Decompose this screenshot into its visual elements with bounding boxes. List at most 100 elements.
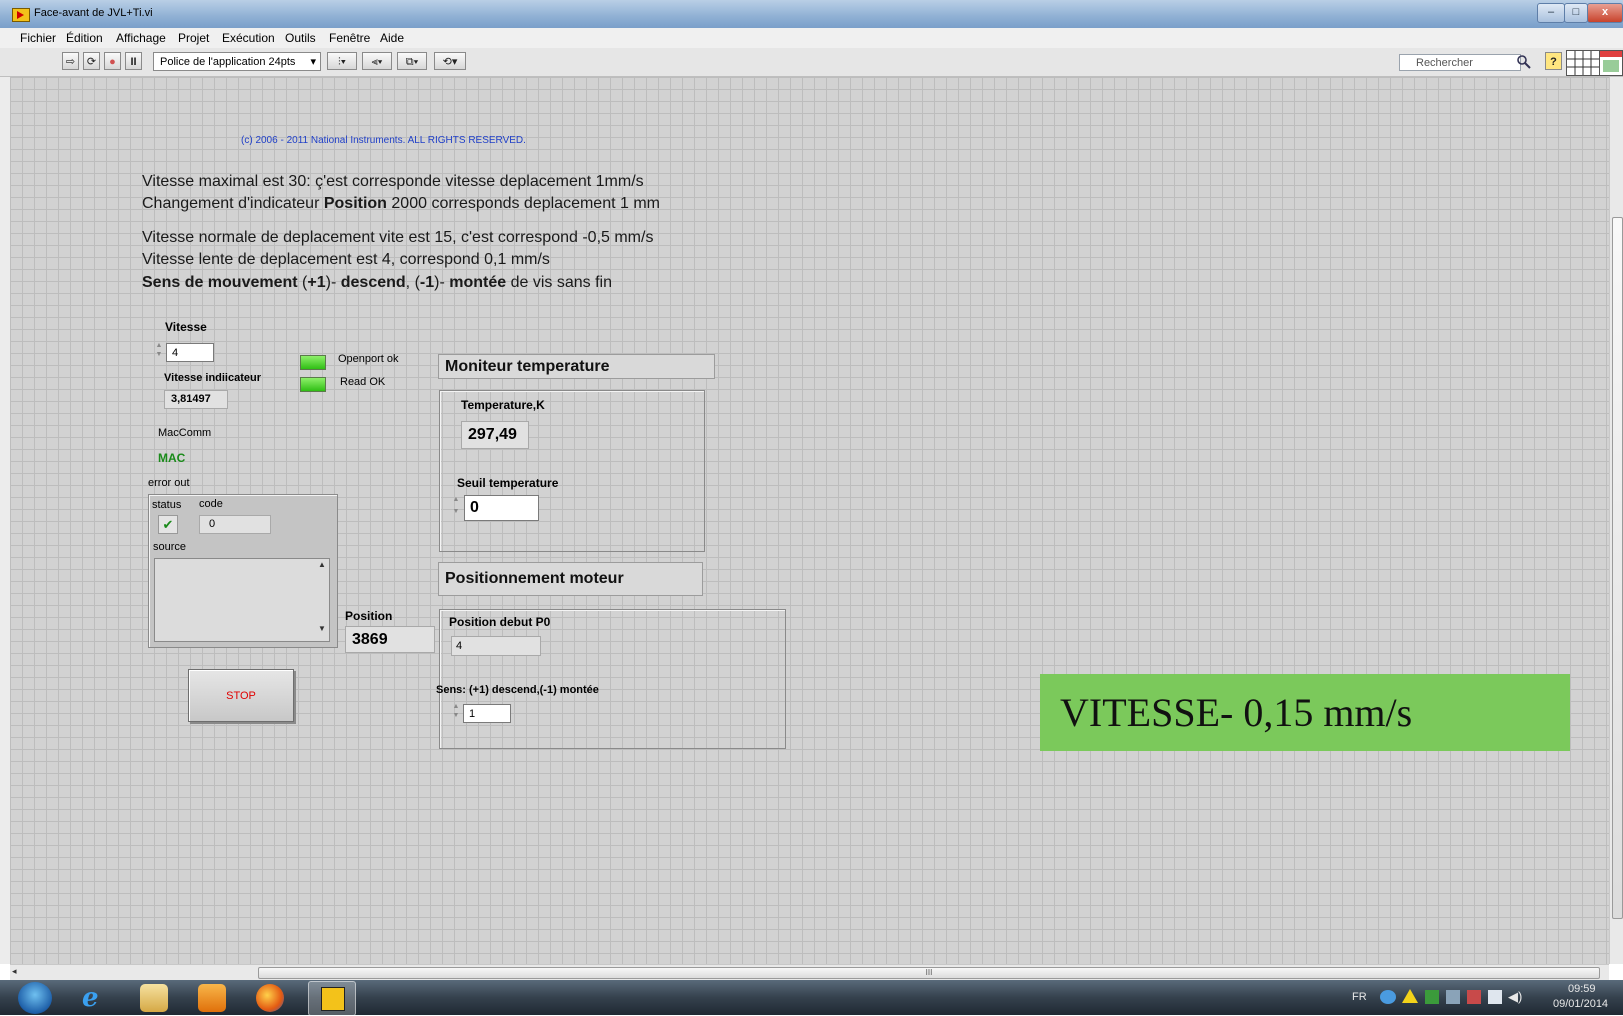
chevron-down-icon: ▾: [310, 56, 316, 68]
close-button[interactable]: x: [1587, 3, 1623, 23]
action-center-icon[interactable]: [1467, 990, 1481, 1004]
info-line-2-pre: Changement d'indicateur: [142, 195, 324, 212]
align-objects-button[interactable]: ⫶▾: [327, 52, 357, 70]
temperature-section-header: Moniteur temperature: [438, 354, 715, 379]
help-button[interactable]: ?: [1545, 52, 1562, 70]
menu-outils[interactable]: Outils: [285, 31, 316, 45]
device-icon[interactable]: [1425, 990, 1439, 1004]
info-line-2-post: 2000 corresponds deplacement 1 mm: [386, 195, 660, 212]
t5i: montée: [449, 274, 507, 291]
info-line-4: Vitesse lente de deplacement est 4, corr…: [142, 251, 550, 268]
network-icon[interactable]: [1380, 990, 1396, 1004]
window-title: Face-avant de JVL+Ti.vi: [34, 7, 153, 19]
t5b: (: [297, 274, 308, 291]
openport-label: Openport ok: [338, 353, 399, 365]
tray-app-icon[interactable]: [1446, 990, 1460, 1004]
source-scrollbar[interactable]: ▲ ▼: [317, 561, 327, 637]
vitesse-indicateur-label: Vitesse indiicateur: [164, 372, 262, 384]
sens-spinner[interactable]: ▲ ▼: [452, 702, 460, 722]
horizontal-scroll-thumb[interactable]: III: [258, 967, 1600, 979]
source-textbox[interactable]: [154, 558, 330, 642]
font-selector[interactable]: Police de l'application 24pts ▾: [153, 52, 321, 71]
vitesse-input[interactable]: 4: [166, 343, 214, 362]
media-player-icon[interactable]: [198, 984, 226, 1012]
network-connection-icon[interactable]: [1488, 990, 1502, 1004]
resize-objects-button[interactable]: ⧉▾: [397, 52, 427, 70]
search-icon[interactable]: [1516, 54, 1532, 70]
maccomm-label: MacComm: [158, 427, 212, 439]
menu-fenetre[interactable]: Fenêtre: [329, 31, 370, 45]
code-value: 0: [199, 515, 271, 534]
warning-icon[interactable]: [1402, 989, 1418, 1003]
error-out-label: error out: [148, 477, 190, 489]
file-explorer-icon[interactable]: [140, 984, 168, 1012]
position-debut-label: Position debut P0: [449, 615, 551, 629]
firefox-icon[interactable]: [256, 984, 284, 1012]
info-line-3: Vitesse normale de deplacement vite est …: [142, 229, 654, 246]
volume-icon[interactable]: ◀): [1508, 989, 1522, 1005]
vi-icon[interactable]: [1599, 50, 1623, 76]
menu-fichier[interactable]: Fichier: [20, 31, 56, 45]
info-line-1: Vitesse maximal est 30: ç'est correspond…: [142, 173, 644, 190]
internet-explorer-icon[interactable]: e: [82, 984, 110, 1012]
position-value: 3869: [345, 626, 435, 653]
vertical-scrollbar[interactable]: [1609, 77, 1623, 964]
abort-button[interactable]: ●: [104, 52, 121, 70]
run-continuously-button[interactable]: ⟳: [83, 52, 100, 70]
reorder-button[interactable]: ⟲▾: [434, 52, 466, 70]
taskbar: e FR ◀) 09:59 09/01/2014: [0, 980, 1623, 1016]
moteur-section-header: Positionnement moteur: [438, 562, 703, 596]
temperature-frame: [439, 390, 705, 552]
windows-start-icon[interactable]: [18, 982, 52, 1014]
seuil-temperature-input[interactable]: 0: [464, 495, 539, 521]
moteur-frame: [439, 609, 786, 749]
connector-pane-icon[interactable]: [1566, 50, 1600, 76]
distribute-objects-button[interactable]: ⫷▾: [362, 52, 392, 70]
vertical-scroll-thumb[interactable]: [1612, 217, 1623, 919]
openport-led: [300, 355, 326, 370]
clock-time[interactable]: 09:59: [1568, 983, 1596, 995]
stop-button[interactable]: STOP: [188, 669, 294, 722]
run-button[interactable]: ⇨: [62, 52, 79, 70]
info-line-2-bold: Position: [323, 195, 387, 212]
menu-projet[interactable]: Projet: [178, 31, 209, 45]
pause-button[interactable]: II: [125, 52, 142, 70]
menu-affichage[interactable]: Affichage: [116, 31, 166, 45]
scroll-left-icon[interactable]: ◂: [12, 966, 17, 977]
window-title-bar[interactable]: Face-avant de JVL+Ti.vi – □ x: [0, 0, 1623, 28]
panel-left-margin: [0, 77, 10, 964]
toolbar: ⇨ ⟳ ● II Police de l'application 24pts ▾…: [0, 48, 1623, 77]
menu-aide[interactable]: Aide: [380, 31, 404, 45]
readok-label: Read OK: [340, 376, 386, 388]
language-indicator[interactable]: FR: [1352, 991, 1367, 1003]
vitesse-spinner[interactable]: ▲ ▼: [155, 341, 163, 361]
status-label: status: [152, 499, 182, 511]
sens-input[interactable]: 1: [463, 704, 511, 723]
seuil-spinner[interactable]: ▲ ▼: [452, 494, 460, 520]
search-input[interactable]: Rechercher: [1399, 54, 1521, 71]
menu-edition[interactable]: Édition: [66, 31, 103, 45]
vitesse-indicateur-value: 3,81497: [164, 390, 228, 409]
t5f: , (: [405, 274, 420, 291]
info-line-5: Sens de mouvement (+1)- descend, (-1)- m…: [142, 274, 612, 292]
t5e: descend: [340, 274, 406, 291]
vitesse-label: Vitesse: [165, 320, 207, 334]
t5j: de vis sans fin: [506, 274, 612, 291]
maccomm-value: MAC: [158, 451, 186, 465]
seuil-temperature-label: Seuil temperature: [457, 476, 559, 490]
vitesse-banner: VITESSE- 0,15 mm/s: [1040, 674, 1570, 751]
labview-taskbar-button[interactable]: [308, 981, 356, 1016]
t5a: Sens de mouvement: [142, 274, 298, 291]
temperature-value: 297,49: [461, 421, 529, 449]
horizontal-scrollbar[interactable]: ◂ III: [10, 964, 1609, 981]
t5c: +1: [307, 274, 326, 291]
minimize-button[interactable]: –: [1537, 3, 1565, 23]
code-label: code: [199, 498, 223, 510]
position-label: Position: [345, 609, 393, 623]
clock-date[interactable]: 09/01/2014: [1553, 998, 1608, 1010]
menu-execution[interactable]: Exécution: [222, 31, 275, 45]
maximize-button[interactable]: □: [1564, 3, 1588, 23]
info-line-2: Changement d'indicateur Position 2000 co…: [142, 195, 660, 213]
temperature-label: Temperature,K: [461, 398, 545, 412]
t5g: -1: [419, 274, 435, 291]
